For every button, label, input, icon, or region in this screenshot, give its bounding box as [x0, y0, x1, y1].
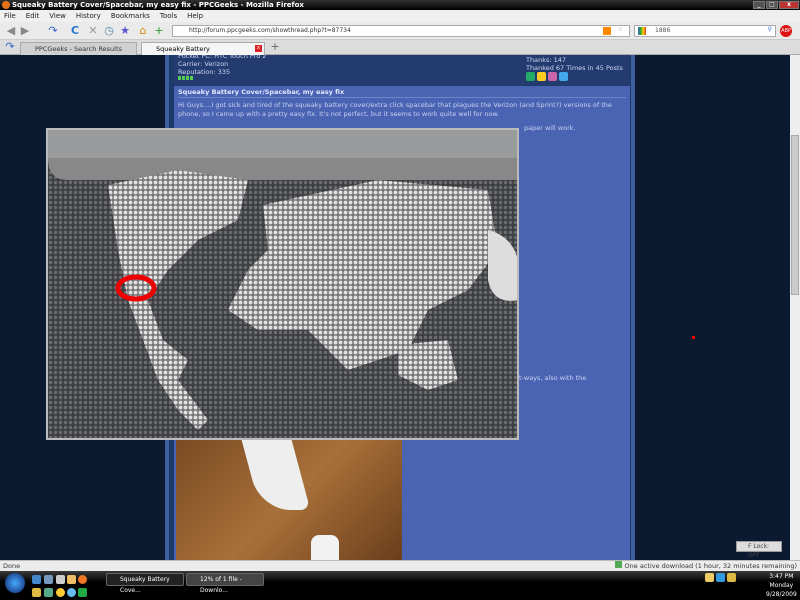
close-tab-icon[interactable]: x: [255, 45, 262, 52]
stop-icon[interactable]: ✕: [86, 24, 100, 38]
forward-button[interactable]: ▶: [18, 24, 32, 38]
google-icon[interactable]: [638, 27, 646, 35]
menu-edit[interactable]: Edit: [26, 10, 40, 22]
history-clock-icon[interactable]: ◷: [102, 24, 116, 38]
post-paragraph: Hi Guys....I got sick and tired of the s…: [178, 101, 612, 118]
tray-icon[interactable]: [705, 573, 714, 582]
star-icon[interactable]: ☆: [618, 25, 623, 35]
smiley-icon[interactable]: [56, 588, 65, 597]
menu-view[interactable]: View: [49, 10, 66, 22]
clock[interactable]: 3:47 PM Monday 9/28/2009: [766, 572, 797, 599]
menu-bookmarks[interactable]: Bookmarks: [111, 10, 150, 22]
bookmark-star-icon[interactable]: ★: [118, 24, 132, 38]
user-thanked: Thanked 67 Times in 45 Posts: [526, 64, 623, 72]
navigation-toolbar: ◀ ▶ ↷ C ✕ ◷ ★ ⌂ + http://forum.ppcgeeks.…: [0, 22, 800, 40]
scrollbar-thumb[interactable]: [791, 135, 799, 295]
download-status[interactable]: One active download (1 hour, 32 minutes …: [614, 561, 797, 571]
search-input[interactable]: 1886 ⚲: [634, 25, 776, 37]
menu-bar: File Edit View History Bookmarks Tools H…: [0, 10, 800, 22]
award-icon: [559, 72, 568, 81]
adblock-icon[interactable]: ABP: [780, 25, 792, 37]
clock-day: Monday: [769, 582, 794, 589]
computer-icon[interactable]: [44, 575, 53, 584]
status-bar: Done One active download (1 hour, 32 min…: [0, 560, 800, 571]
image-popup[interactable]: [46, 128, 519, 440]
post-photo: [176, 440, 402, 560]
network-icon[interactable]: [67, 588, 76, 597]
search-text: 1886: [655, 27, 671, 34]
clock-date: 9/28/2009: [766, 591, 797, 598]
reload-icon[interactable]: C: [68, 24, 82, 38]
url-text: http://forum.ppcgeeks.com/showthread.php…: [189, 27, 351, 34]
menu-file[interactable]: File: [4, 10, 16, 22]
messenger-icon[interactable]: [44, 588, 53, 597]
post-title: Squeaky Battery Cover/Spacebar, my easy …: [178, 88, 626, 98]
award-icon: [548, 72, 557, 81]
maximize-button[interactable]: □: [766, 1, 778, 9]
user-info: Pocket PC: HTC Touch Pro 2 Carrier: Veri…: [174, 55, 630, 85]
post-fragment: t-ways, also with the: [519, 374, 587, 382]
utorrent-icon[interactable]: [78, 588, 87, 597]
reputation-bar: [178, 76, 194, 80]
add-page-icon[interactable]: +: [152, 24, 166, 38]
tab-list-icon[interactable]: ↷: [3, 40, 17, 54]
firefox-quicklaunch-icon[interactable]: [78, 575, 87, 584]
new-tab-button[interactable]: +: [268, 40, 282, 54]
system-tray: [705, 573, 736, 582]
close-button[interactable]: x: [779, 1, 799, 9]
title-bar: Squeaky Battery Cover/Spacebar, my easy …: [0, 0, 800, 10]
start-button[interactable]: [5, 573, 25, 593]
menu-help[interactable]: Help: [187, 10, 203, 22]
tray-icon[interactable]: [716, 573, 725, 582]
tab-bar: ↷ PPCGeeks - Search Results Squeaky Batt…: [0, 40, 800, 65]
download-text: One active download (1 hour, 32 minutes …: [624, 562, 797, 570]
rss-icon[interactable]: [603, 27, 611, 35]
world-map-image: [48, 130, 517, 438]
taskbar: Squeaky Battery Cove... 12% of 1 file - …: [0, 571, 800, 600]
url-input[interactable]: http://forum.ppcgeeks.com/showthread.php…: [172, 25, 630, 37]
folder-icon[interactable]: [67, 575, 76, 584]
drive-icon[interactable]: [56, 575, 65, 584]
user-thanks: Thanks: 147: [526, 56, 567, 64]
firefox-icon: [2, 1, 10, 9]
magnifier-icon[interactable]: ⚲: [768, 25, 772, 35]
task-firefox-window[interactable]: Squeaky Battery Cove...: [106, 573, 184, 594]
download-icon: [614, 561, 622, 568]
award-icon: [526, 72, 535, 81]
menu-history[interactable]: History: [76, 10, 101, 22]
back-button[interactable]: ◀: [4, 24, 18, 38]
window-title: Squeaky Battery Cover/Spacebar, my easy …: [12, 1, 304, 9]
task-downloads-window[interactable]: 12% of 1 file - Downlo...: [186, 573, 264, 594]
vertical-scrollbar[interactable]: [790, 55, 800, 560]
menu-tools[interactable]: Tools: [160, 10, 177, 22]
show-desktop-icon[interactable]: [32, 575, 41, 584]
task-label: Squeaky Battery Cove...: [120, 576, 170, 594]
task-label: 12% of 1 file - Downlo...: [200, 576, 242, 594]
clock-time: 3:47 PM: [769, 573, 794, 580]
tray-icon[interactable]: [727, 573, 736, 582]
flock-indicator: F Lock: OFF: [736, 541, 782, 559]
status-text: Done: [3, 562, 21, 570]
home-icon[interactable]: ⌂: [136, 24, 150, 38]
tab-squeaky-battery[interactable]: Squeaky Battery Cover/Spaceba...x: [141, 42, 265, 65]
red-dot: [692, 336, 695, 339]
tab-search-results[interactable]: PPCGeeks - Search Results: [20, 42, 137, 55]
tab-history-icon[interactable]: ↷: [46, 24, 60, 38]
tab-label: PPCGeeks - Search Results: [35, 45, 122, 53]
award-icons: [526, 72, 623, 81]
quicklaunch-icon[interactable]: [32, 588, 41, 597]
award-icon: [537, 72, 546, 81]
minimize-button[interactable]: _: [753, 1, 765, 9]
post-fragment: paper will work.: [524, 124, 576, 132]
